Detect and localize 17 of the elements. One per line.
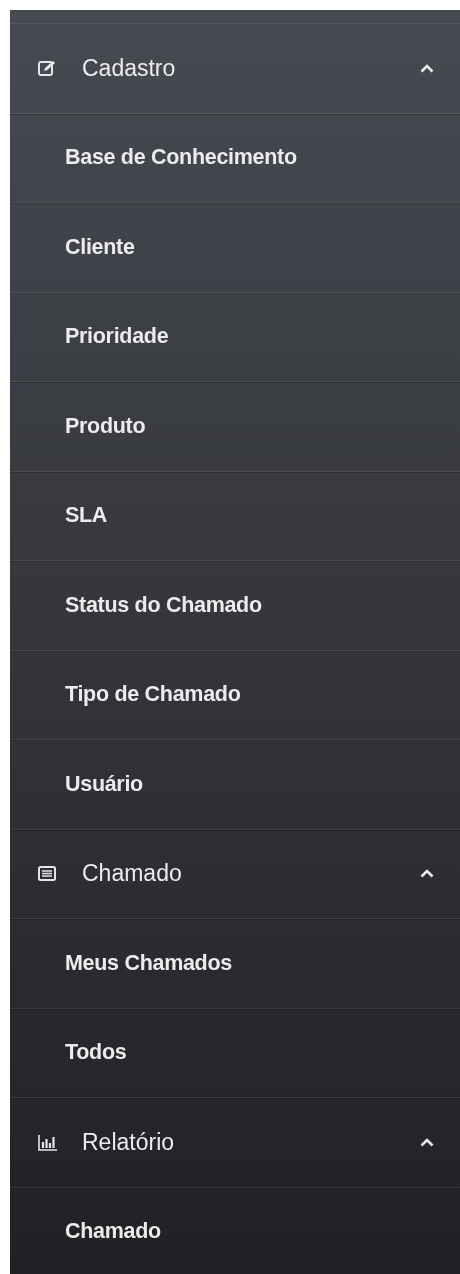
menu-item[interactable]: Produto xyxy=(10,382,460,472)
menu-item[interactable]: Status do Chamado xyxy=(10,561,460,651)
bar-chart-icon xyxy=(38,1133,58,1151)
menu-item[interactable]: Tipo de Chamado xyxy=(10,650,460,740)
menu-item[interactable]: Todos xyxy=(10,1008,460,1098)
menu-item[interactable]: Usuário xyxy=(10,740,460,830)
menu-group-header[interactable]: Relatório xyxy=(10,1098,460,1188)
menu-item[interactable]: Meus Chamados xyxy=(10,919,460,1009)
menu-item[interactable]: Base de Conhecimento xyxy=(10,113,460,203)
menu-item[interactable]: Cliente xyxy=(10,203,460,293)
menu-item[interactable]: Prioridade xyxy=(10,292,460,382)
menu-item[interactable]: Chamado xyxy=(10,1187,460,1274)
menu-group-header[interactable]: Chamado xyxy=(10,829,460,919)
menu-item[interactable]: SLA xyxy=(10,471,460,561)
edit-icon xyxy=(38,60,56,77)
menu-group-header[interactable]: Cadastro xyxy=(10,24,460,114)
list-icon xyxy=(38,866,56,882)
